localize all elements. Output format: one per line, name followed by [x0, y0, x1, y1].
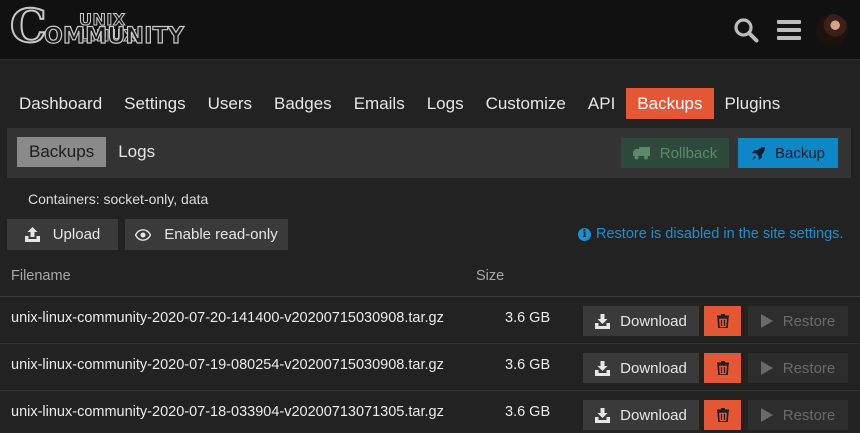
backup-size: 3.6 GB — [505, 310, 551, 326]
column-header-size: Size — [476, 268, 505, 284]
search-icon[interactable] — [733, 17, 759, 43]
subnav-backups[interactable]: Backups — [17, 137, 107, 167]
rollback-button[interactable]: Rollback — [621, 138, 729, 168]
download-button[interactable]: Download — [583, 400, 699, 430]
nav-settings[interactable]: Settings — [113, 88, 196, 119]
rollback-label: Rollback — [659, 144, 718, 162]
upload-button[interactable]: Upload — [7, 219, 118, 250]
download-label: Download — [620, 359, 687, 377]
site-header: C UNIX LINUX OMMUNITY — [0, 0, 860, 60]
upload-icon — [24, 227, 40, 242]
restore-label: Restore — [782, 359, 836, 377]
admin-nav: Dashboard Settings Users Badges Emails L… — [8, 88, 791, 120]
backup-size: 3.6 GB — [505, 404, 551, 420]
table-row: unix-linux-community-2020-07-20-141400-v… — [0, 297, 860, 344]
play-icon — [760, 361, 773, 375]
nav-customize[interactable]: Customize — [475, 88, 577, 119]
containers-info: Containers: socket-only, data — [28, 191, 209, 207]
restore-button[interactable]: Restore — [748, 400, 848, 430]
backup-label: Backup — [774, 144, 826, 162]
delete-button[interactable] — [704, 400, 741, 430]
restore-button[interactable]: Restore — [748, 306, 848, 336]
download-label: Download — [620, 406, 687, 424]
download-icon — [595, 313, 611, 329]
trash-icon — [716, 314, 729, 328]
info-icon: i — [578, 227, 591, 241]
backup-filename: unix-linux-community-2020-07-18-033904-v… — [11, 404, 444, 420]
backup-filename: unix-linux-community-2020-07-19-080254-v… — [11, 357, 444, 373]
delete-button[interactable] — [704, 353, 741, 383]
nav-plugins[interactable]: Plugins — [714, 88, 792, 119]
backups-subbar: Backups Logs Rollback Backup — [7, 128, 851, 178]
download-icon — [595, 360, 611, 376]
nav-logs[interactable]: Logs — [416, 88, 475, 119]
trash-icon — [716, 408, 729, 422]
download-button[interactable]: Download — [583, 306, 699, 336]
enable-read-only-button[interactable]: Enable read-only — [125, 219, 288, 250]
trash-icon — [716, 361, 729, 375]
play-icon — [760, 314, 773, 328]
logo-initial: C — [9, 0, 48, 53]
backups-subnav: Backups Logs — [17, 137, 167, 167]
nav-api[interactable]: API — [577, 88, 626, 119]
nav-badges[interactable]: Badges — [263, 88, 343, 119]
nav-users[interactable]: Users — [197, 88, 263, 119]
user-avatar[interactable] — [816, 14, 848, 46]
enable-read-only-label: Enable read-only — [164, 226, 278, 243]
backup-filename: unix-linux-community-2020-07-20-141400-v… — [11, 310, 444, 326]
hamburger-menu-icon[interactable] — [776, 17, 802, 43]
backup-button[interactable]: Backup — [738, 138, 838, 168]
subnav-logs[interactable]: Logs — [106, 137, 167, 167]
rocket-icon — [751, 146, 765, 160]
download-button[interactable]: Download — [583, 353, 699, 383]
nav-dashboard[interactable]: Dashboard — [8, 88, 113, 119]
column-header-filename: Filename — [11, 268, 71, 284]
nav-emails[interactable]: Emails — [343, 88, 416, 119]
restore-disabled-notice: i Restore is disabled in the site settin… — [578, 226, 843, 242]
restore-label: Restore — [782, 312, 836, 330]
backup-size: 3.6 GB — [505, 357, 551, 373]
table-row: unix-linux-community-2020-07-19-080254-v… — [0, 344, 860, 391]
restore-button[interactable]: Restore — [748, 353, 848, 383]
truck-icon — [632, 146, 650, 159]
upload-label: Upload — [52, 226, 101, 243]
nav-backups[interactable]: Backups — [626, 88, 714, 119]
logo-line-2: OMMUNITY — [43, 24, 185, 49]
site-logo[interactable]: C UNIX LINUX OMMUNITY — [9, 2, 185, 51]
restore-disabled-text: Restore is disabled in the site settings… — [596, 226, 844, 242]
play-icon — [760, 408, 773, 422]
delete-button[interactable] — [704, 306, 741, 336]
table-row: unix-linux-community-2020-07-18-033904-v… — [0, 391, 860, 433]
download-label: Download — [620, 312, 687, 330]
download-icon — [595, 407, 611, 423]
eye-icon — [135, 228, 152, 241]
restore-label: Restore — [782, 406, 836, 424]
